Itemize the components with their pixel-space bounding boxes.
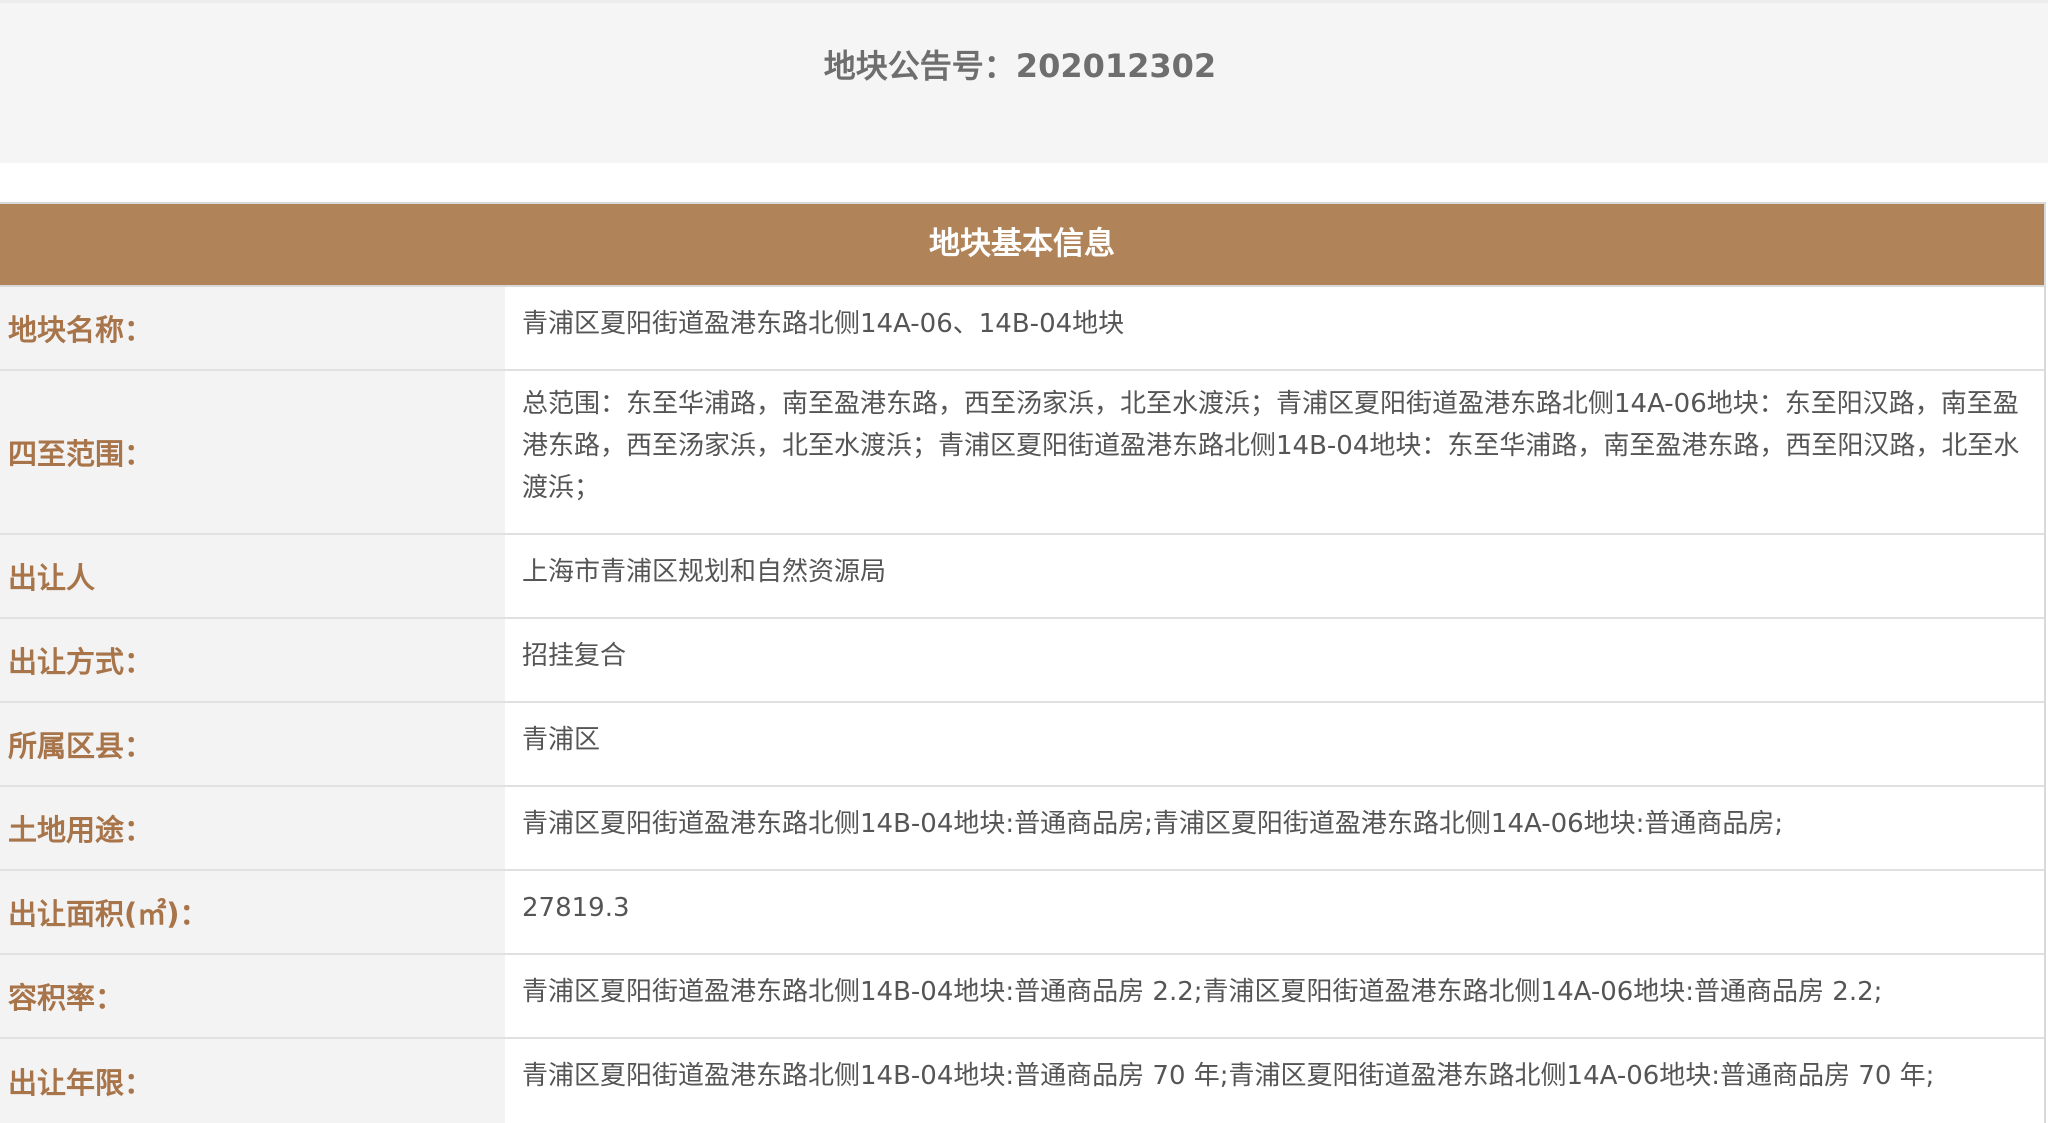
info-value: 上海市青浦区规划和自然资源局 [505,535,2044,617]
notice-header: 地块公告号：202012302 [0,3,2048,163]
info-value: 青浦区夏阳街道盈港东路北侧14B-04地块:普通商品房 70 年;青浦区夏阳街道… [505,1039,2044,1123]
info-label: 出让人 [0,535,505,617]
plot-info-panel: 地块基本信息 地块名称： 青浦区夏阳街道盈港东路北侧14A-06、14B-04地… [0,202,2046,1123]
info-value: 总范围：东至华浦路，南至盈港东路，西至汤家浜，北至水渡浜；青浦区夏阳街道盈港东路… [505,371,2044,533]
info-label: 出让年限： [0,1039,505,1123]
info-value: 青浦区 [505,703,2044,785]
info-row-area: 出让面积(㎡)： 27819.3 [0,871,2044,955]
page-title: 地块公告号：202012302 [823,47,1217,85]
info-value: 27819.3 [505,871,2044,953]
info-value: 青浦区夏阳街道盈港东路北侧14B-04地块:普通商品房;青浦区夏阳街道盈港东路北… [505,787,2044,869]
info-value: 青浦区夏阳街道盈港东路北侧14A-06、14B-04地块 [505,287,2044,369]
info-label: 容积率： [0,955,505,1037]
info-row-plot-ratio: 容积率： 青浦区夏阳街道盈港东路北侧14B-04地块:普通商品房 2.2;青浦区… [0,955,2044,1039]
info-label: 所属区县： [0,703,505,785]
info-value: 青浦区夏阳街道盈港东路北侧14B-04地块:普通商品房 2.2;青浦区夏阳街道盈… [505,955,2044,1037]
info-row-transfer-method: 出让方式： 招挂复合 [0,619,2044,703]
info-row-district: 所属区县： 青浦区 [0,703,2044,787]
info-row-boundaries: 四至范围： 总范围：东至华浦路，南至盈港东路，西至汤家浜，北至水渡浜；青浦区夏阳… [0,371,2044,535]
info-label: 四至范围： [0,371,505,533]
info-row-grantor: 出让人 上海市青浦区规划和自然资源局 [0,535,2044,619]
info-label: 出让方式： [0,619,505,701]
info-label: 地块名称： [0,287,505,369]
info-label: 土地用途： [0,787,505,869]
panel-title: 地块基本信息 [0,204,2044,287]
info-label: 出让面积(㎡)： [0,871,505,953]
info-value: 招挂复合 [505,619,2044,701]
info-row-land-use: 土地用途： 青浦区夏阳街道盈港东路北侧14B-04地块:普通商品房;青浦区夏阳街… [0,787,2044,871]
info-row-plot-name: 地块名称： 青浦区夏阳街道盈港东路北侧14A-06、14B-04地块 [0,287,2044,371]
info-row-term: 出让年限： 青浦区夏阳街道盈港东路北侧14B-04地块:普通商品房 70 年;青… [0,1039,2044,1123]
